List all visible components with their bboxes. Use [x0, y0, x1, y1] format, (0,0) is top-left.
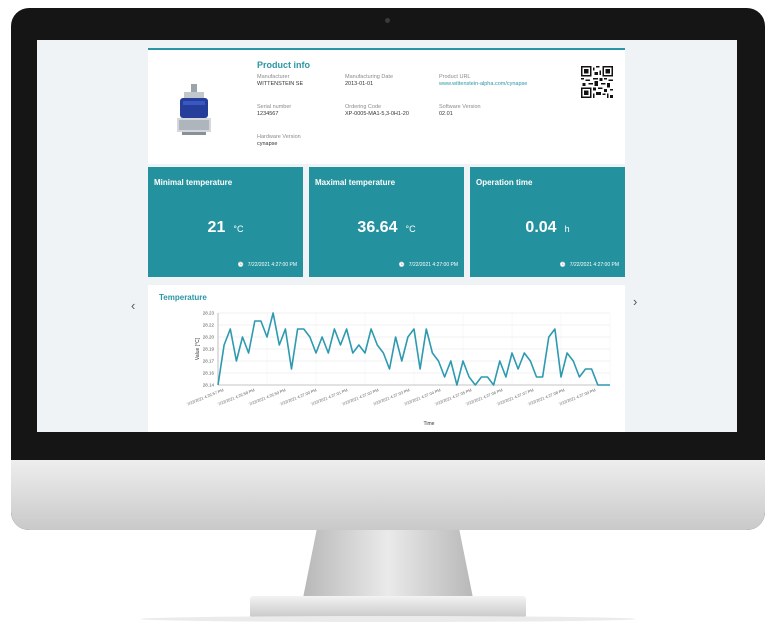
product-info-card: Product info Manufacturer WITTENSTEIN SE… — [148, 48, 625, 164]
product-info-title: Product info — [257, 60, 310, 70]
product-image — [177, 84, 211, 135]
card-value-wrap: 36.64 °C — [309, 219, 464, 237]
temperature-chart-card: Temperature 28.23 28.22 28.20 28.19 28.17 28.… — [148, 285, 625, 432]
product-url-link[interactable]: www.wittenstein-alpha.com/cynapse — [439, 81, 527, 88]
field-value: 1234567 — [257, 111, 279, 117]
card-title: Maximal temperature — [315, 178, 396, 187]
field-product-url: Product URL www.wittenstein-alpha.com/cy… — [439, 74, 527, 88]
field-value: WITTENSTEIN SE — [257, 81, 304, 87]
card-unit: °C — [233, 224, 244, 234]
y-tick-label: 28.19 — [203, 347, 215, 352]
card-timestamp-wrap: 🕓 7/22/2021 4:27:00 PM — [399, 262, 458, 268]
field-label: Manufacturer — [257, 74, 290, 80]
card-timestamp-wrap: 🕓 7/22/2021 4:27:00 PM — [560, 262, 619, 268]
screen: ‹ › Product info Manufacturer WITTENSTEI… — [37, 40, 737, 432]
field-software-version: Software Version 02.01 — [439, 104, 481, 118]
monitor-stand-base — [250, 596, 526, 618]
card-timestamp: 7/22/2021 4:27:00 PM — [247, 262, 297, 268]
field-label: Manufacturing Date — [345, 74, 393, 80]
card-operation-time: Operation time 0.04 h 🕓 7/22/2021 4:27:00 … — [470, 167, 625, 277]
temperature-chart: 28.2328.2228.2028.1928.1728.1628.147/22/… — [186, 311, 611, 427]
field-serial-number: Serial number 1234567 — [257, 104, 291, 118]
field-value: cynapse — [257, 141, 278, 147]
field-hardware-version: Hardware Version cynapse — [257, 134, 301, 148]
card-value-wrap: 0.04 h — [470, 219, 625, 237]
field-label: Hardware Version — [257, 134, 301, 140]
card-value: 21 — [207, 219, 226, 236]
field-value: 2013-01-01 — [345, 81, 374, 87]
card-value-wrap: 21 °C — [148, 219, 303, 237]
card-value: 36.64 — [357, 219, 398, 236]
stand-shadow — [140, 616, 636, 622]
chevron-right-icon[interactable]: › — [633, 294, 637, 309]
card-title: Minimal temperature — [154, 178, 233, 187]
camera-icon — [385, 18, 390, 23]
y-tick-label: 28.22 — [203, 323, 215, 328]
field-value: XP-0005-MA1-5,3-0H1-20 — [345, 111, 409, 117]
card-value: 0.04 — [525, 219, 557, 236]
card-title: Operation time — [476, 178, 533, 187]
field-manufacturer: Manufacturer WITTENSTEIN SE — [257, 74, 303, 88]
y-tick-label: 28.23 — [203, 311, 215, 316]
chevron-left-icon[interactable]: ‹ — [131, 298, 135, 313]
y-tick-label: 28.16 — [203, 371, 215, 376]
monitor-chin — [11, 460, 765, 530]
field-label: Product URL — [439, 74, 471, 80]
field-label: Ordering Code — [345, 104, 382, 110]
monitor-stand-neck — [303, 530, 473, 598]
qr-code-icon[interactable] — [581, 66, 613, 98]
field-ordering-code: Ordering Code XP-0005-MA1-5,3-0H1-20 — [345, 104, 409, 118]
card-unit: h — [564, 224, 570, 234]
card-minimal-temperature: Minimal temperature 21 °C 🕓 7/22/2021 4:27… — [148, 167, 303, 277]
card-unit: °C — [405, 224, 416, 234]
card-maximal-temperature: Maximal temperature 36.64 °C 🕓 7/22/2021 4… — [309, 167, 464, 277]
y-tick-label: 28.14 — [203, 383, 215, 388]
field-label: Software Version — [439, 104, 481, 110]
field-label: Serial number — [257, 104, 292, 110]
card-timestamp-wrap: 🕓 7/22/2021 4:27:00 PM — [238, 262, 297, 268]
card-timestamp: 7/22/2021 4:27:00 PM — [569, 262, 619, 268]
y-tick-label: 28.20 — [203, 335, 215, 340]
card-timestamp: 7/22/2021 4:27:00 PM — [408, 262, 458, 268]
y-tick-label: 28.17 — [203, 359, 215, 364]
field-manufacturing-date: Manufacturing Date 2013-01-01 — [345, 74, 393, 88]
field-value: 02.01 — [439, 111, 453, 117]
x-axis-label: Time — [424, 421, 435, 427]
clock-icon: 🕓 — [559, 262, 566, 268]
y-axis-label: Value [°C] — [195, 337, 201, 360]
clock-icon: 🕓 — [398, 262, 405, 268]
clock-icon: 🕓 — [237, 262, 244, 268]
